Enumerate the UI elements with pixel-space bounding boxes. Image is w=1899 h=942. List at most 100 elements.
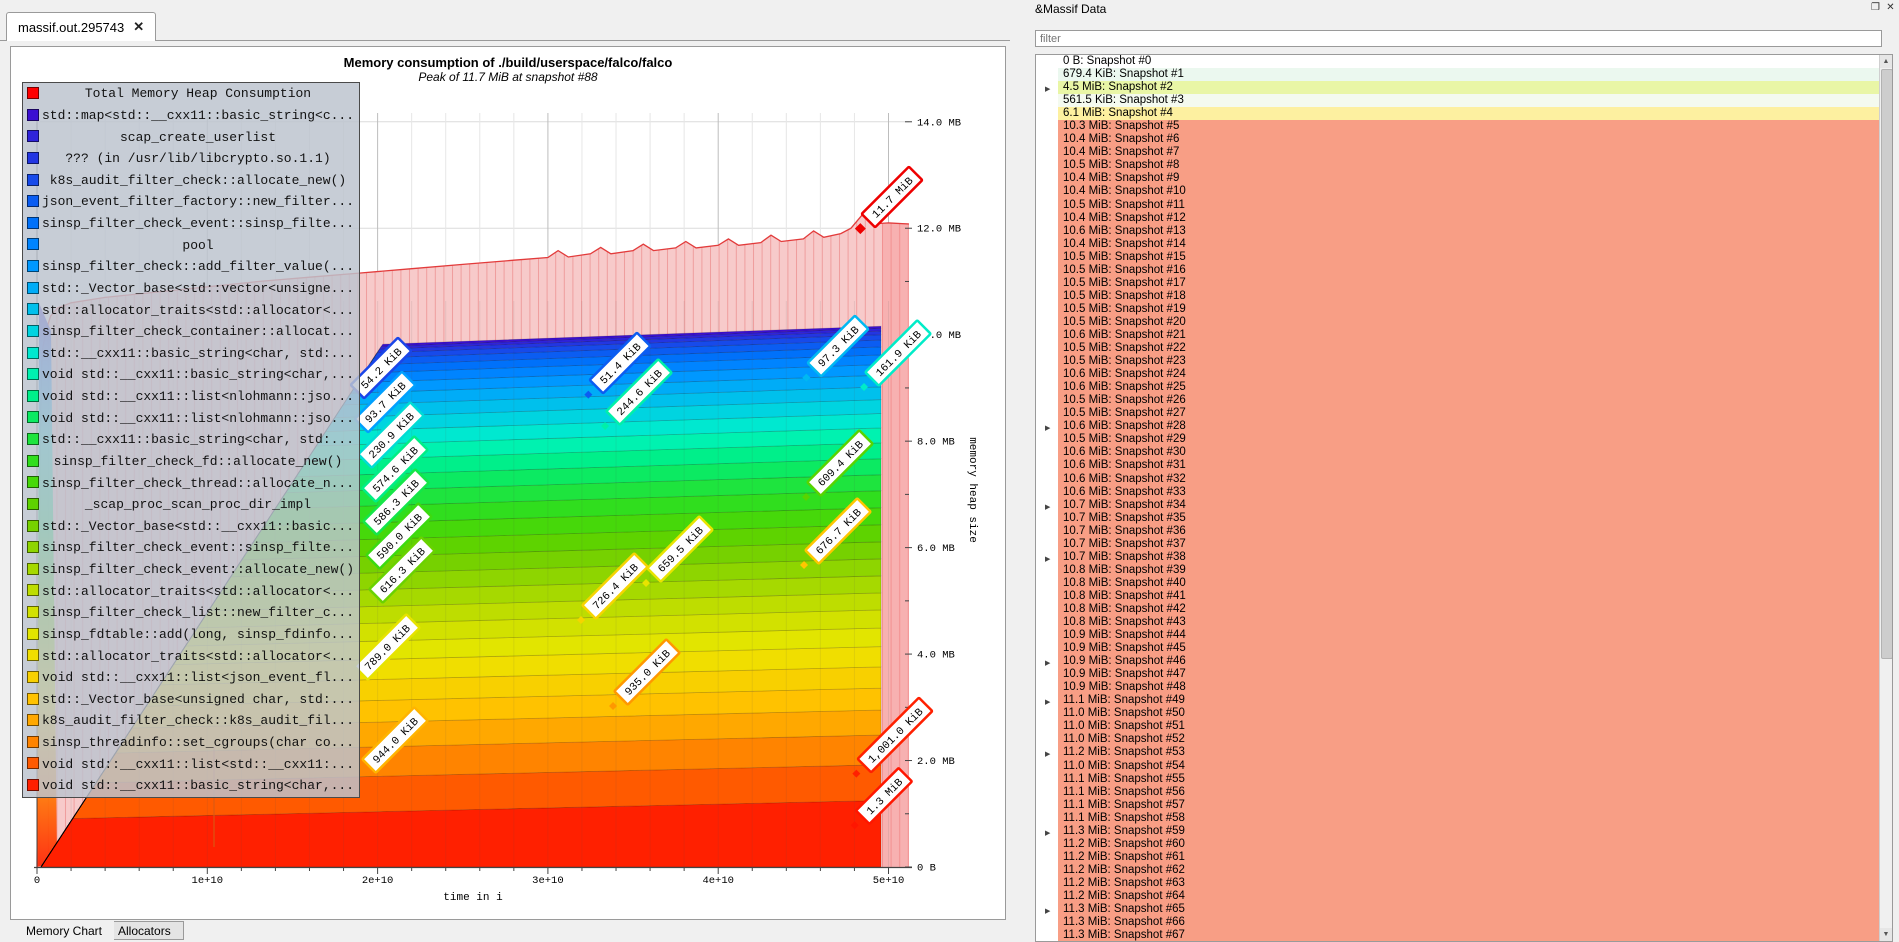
- snapshot-row[interactable]: ▶4.5 MiB: Snapshot #2: [1036, 81, 1892, 94]
- snapshot-row[interactable]: 11.3 MiB: Snapshot #66: [1036, 916, 1892, 929]
- snapshot-row[interactable]: 10.9 MiB: Snapshot #45: [1036, 642, 1892, 655]
- snapshot-label: 0 B: Snapshot #0: [1058, 55, 1892, 68]
- snapshot-row[interactable]: 11.0 MiB: Snapshot #52: [1036, 733, 1892, 746]
- snapshot-row[interactable]: 679.4 KiB: Snapshot #1: [1036, 68, 1892, 81]
- snapshot-row[interactable]: 11.1 MiB: Snapshot #57: [1036, 799, 1892, 812]
- scroll-down-icon[interactable]: ▼: [1880, 928, 1892, 941]
- snapshot-row[interactable]: 10.5 MiB: Snapshot #20: [1036, 316, 1892, 329]
- snapshot-row[interactable]: 11.0 MiB: Snapshot #50: [1036, 707, 1892, 720]
- snapshot-row[interactable]: 10.9 MiB: Snapshot #44: [1036, 629, 1892, 642]
- tab-memory-chart[interactable]: Memory Chart: [14, 921, 114, 940]
- snapshot-row[interactable]: 10.7 MiB: Snapshot #35: [1036, 512, 1892, 525]
- snapshot-row[interactable]: 10.4 MiB: Snapshot #10: [1036, 185, 1892, 198]
- snapshot-row[interactable]: ▶10.6 MiB: Snapshot #28: [1036, 420, 1892, 433]
- row-gutter: ▶: [1036, 746, 1058, 759]
- scrollbar-thumb[interactable]: [1881, 69, 1893, 659]
- snapshot-row[interactable]: 10.4 MiB: Snapshot #9: [1036, 172, 1892, 185]
- legend-label: json_event_filter_factory::new_filter...: [23, 194, 359, 209]
- tab-close-icon[interactable]: ✕: [133, 19, 144, 35]
- snapshot-row[interactable]: 0 B: Snapshot #0: [1036, 55, 1892, 68]
- legend-label: k8s_audit_filter_check::allocate_new(): [23, 173, 359, 188]
- snapshot-row[interactable]: 10.7 MiB: Snapshot #36: [1036, 525, 1892, 538]
- snapshot-row[interactable]: 11.2 MiB: Snapshot #62: [1036, 864, 1892, 877]
- row-gutter: [1036, 238, 1058, 251]
- scrollbar[interactable]: ▲ ▼: [1879, 55, 1892, 941]
- snapshot-row[interactable]: ▶10.9 MiB: Snapshot #46: [1036, 655, 1892, 668]
- snapshot-row[interactable]: ▶11.3 MiB: Snapshot #59: [1036, 825, 1892, 838]
- snapshot-row[interactable]: 10.6 MiB: Snapshot #31: [1036, 459, 1892, 472]
- snapshot-label: 679.4 KiB: Snapshot #1: [1058, 68, 1892, 81]
- tab-allocators[interactable]: Allocators: [105, 921, 184, 940]
- snapshot-row[interactable]: 10.5 MiB: Snapshot #16: [1036, 264, 1892, 277]
- legend-swatch: [27, 693, 39, 705]
- legend-label: scap_create_userlist: [23, 130, 359, 145]
- legend-row: sinsp_filter_check_event::sinsp_filte...: [23, 213, 359, 235]
- snapshot-label: 10.8 MiB: Snapshot #40: [1058, 577, 1892, 590]
- snapshot-row[interactable]: 10.5 MiB: Snapshot #29: [1036, 433, 1892, 446]
- snapshot-row[interactable]: 10.5 MiB: Snapshot #11: [1036, 199, 1892, 212]
- snapshot-row[interactable]: 10.6 MiB: Snapshot #30: [1036, 446, 1892, 459]
- snapshot-row[interactable]: ▶11.1 MiB: Snapshot #49: [1036, 694, 1892, 707]
- snapshot-row[interactable]: 10.4 MiB: Snapshot #6: [1036, 133, 1892, 146]
- snapshot-row[interactable]: 10.6 MiB: Snapshot #24: [1036, 368, 1892, 381]
- snapshot-row[interactable]: 11.2 MiB: Snapshot #64: [1036, 890, 1892, 903]
- snapshot-row[interactable]: ▶11.2 MiB: Snapshot #53: [1036, 746, 1892, 759]
- snapshot-label: 10.4 MiB: Snapshot #7: [1058, 146, 1892, 159]
- legend-row: sinsp_fdtable::add(long, sinsp_fdinfo...: [23, 624, 359, 646]
- snapshot-row[interactable]: 10.5 MiB: Snapshot #15: [1036, 251, 1892, 264]
- snapshot-row[interactable]: 10.9 MiB: Snapshot #48: [1036, 681, 1892, 694]
- snapshot-row[interactable]: 10.5 MiB: Snapshot #26: [1036, 394, 1892, 407]
- snapshot-row[interactable]: 10.5 MiB: Snapshot #18: [1036, 290, 1892, 303]
- snapshot-row[interactable]: 10.8 MiB: Snapshot #43: [1036, 616, 1892, 629]
- snapshot-row[interactable]: 10.8 MiB: Snapshot #40: [1036, 577, 1892, 590]
- filter-input[interactable]: [1035, 30, 1882, 47]
- snapshot-row[interactable]: 10.7 MiB: Snapshot #37: [1036, 538, 1892, 551]
- snapshot-row[interactable]: 561.5 KiB: Snapshot #3: [1036, 94, 1892, 107]
- snapshot-row[interactable]: 11.2 MiB: Snapshot #60: [1036, 838, 1892, 851]
- snapshot-label: 10.5 MiB: Snapshot #19: [1058, 303, 1892, 316]
- snapshot-row[interactable]: 11.3 MiB: Snapshot #67: [1036, 929, 1892, 942]
- snapshot-row[interactable]: ▶11.3 MiB: Snapshot #65: [1036, 903, 1892, 916]
- legend-row: void std::__cxx11::basic_string<char,...: [23, 364, 359, 386]
- snapshot-row[interactable]: 10.5 MiB: Snapshot #8: [1036, 159, 1892, 172]
- snapshot-row[interactable]: 10.9 MiB: Snapshot #47: [1036, 668, 1892, 681]
- snapshot-row[interactable]: 10.5 MiB: Snapshot #22: [1036, 342, 1892, 355]
- snapshot-row[interactable]: 10.8 MiB: Snapshot #41: [1036, 590, 1892, 603]
- snapshot-row[interactable]: 10.6 MiB: Snapshot #33: [1036, 486, 1892, 499]
- snapshot-row[interactable]: 10.5 MiB: Snapshot #17: [1036, 277, 1892, 290]
- snapshot-row[interactable]: 10.6 MiB: Snapshot #25: [1036, 381, 1892, 394]
- dock-float-button[interactable]: ❐: [1869, 1, 1882, 14]
- snapshot-row[interactable]: 10.8 MiB: Snapshot #42: [1036, 603, 1892, 616]
- snapshot-row[interactable]: 10.5 MiB: Snapshot #23: [1036, 355, 1892, 368]
- scroll-up-icon[interactable]: ▲: [1880, 55, 1892, 68]
- snapshot-row[interactable]: 11.0 MiB: Snapshot #51: [1036, 720, 1892, 733]
- snapshot-row[interactable]: 11.1 MiB: Snapshot #58: [1036, 812, 1892, 825]
- snapshot-row[interactable]: 11.0 MiB: Snapshot #54: [1036, 760, 1892, 773]
- snapshot-row[interactable]: 11.2 MiB: Snapshot #63: [1036, 877, 1892, 890]
- dock-close-button[interactable]: ✕: [1884, 1, 1897, 14]
- snapshot-row[interactable]: 10.5 MiB: Snapshot #19: [1036, 303, 1892, 316]
- snapshot-label: 10.5 MiB: Snapshot #27: [1058, 407, 1892, 420]
- snapshot-row[interactable]: 10.3 MiB: Snapshot #5: [1036, 120, 1892, 133]
- snapshot-row[interactable]: 6.1 MiB: Snapshot #4: [1036, 107, 1892, 120]
- snapshot-row[interactable]: 10.5 MiB: Snapshot #27: [1036, 407, 1892, 420]
- snapshot-row[interactable]: ▶10.7 MiB: Snapshot #38: [1036, 551, 1892, 564]
- snapshot-row[interactable]: 10.6 MiB: Snapshot #21: [1036, 329, 1892, 342]
- document-tab-label: massif.out.295743: [18, 20, 124, 35]
- row-gutter: [1036, 564, 1058, 577]
- legend-swatch: [27, 87, 39, 99]
- snapshot-row[interactable]: 10.8 MiB: Snapshot #39: [1036, 564, 1892, 577]
- snapshot-row[interactable]: 10.6 MiB: Snapshot #13: [1036, 225, 1892, 238]
- snapshot-row[interactable]: 11.1 MiB: Snapshot #56: [1036, 786, 1892, 799]
- snapshot-row[interactable]: 10.4 MiB: Snapshot #14: [1036, 238, 1892, 251]
- snapshot-row[interactable]: 10.4 MiB: Snapshot #7: [1036, 146, 1892, 159]
- snapshot-row[interactable]: 11.2 MiB: Snapshot #61: [1036, 851, 1892, 864]
- snapshot-label: 10.6 MiB: Snapshot #31: [1058, 459, 1892, 472]
- snapshot-label: 10.5 MiB: Snapshot #22: [1058, 342, 1892, 355]
- snapshot-row[interactable]: 10.6 MiB: Snapshot #32: [1036, 473, 1892, 486]
- snapshot-row[interactable]: 10.4 MiB: Snapshot #12: [1036, 212, 1892, 225]
- document-tab[interactable]: massif.out.295743 ✕: [6, 12, 156, 41]
- snapshot-list[interactable]: 0 B: Snapshot #0679.4 KiB: Snapshot #1▶4…: [1035, 54, 1893, 942]
- snapshot-row[interactable]: 11.1 MiB: Snapshot #55: [1036, 773, 1892, 786]
- snapshot-row[interactable]: ▶10.7 MiB: Snapshot #34: [1036, 499, 1892, 512]
